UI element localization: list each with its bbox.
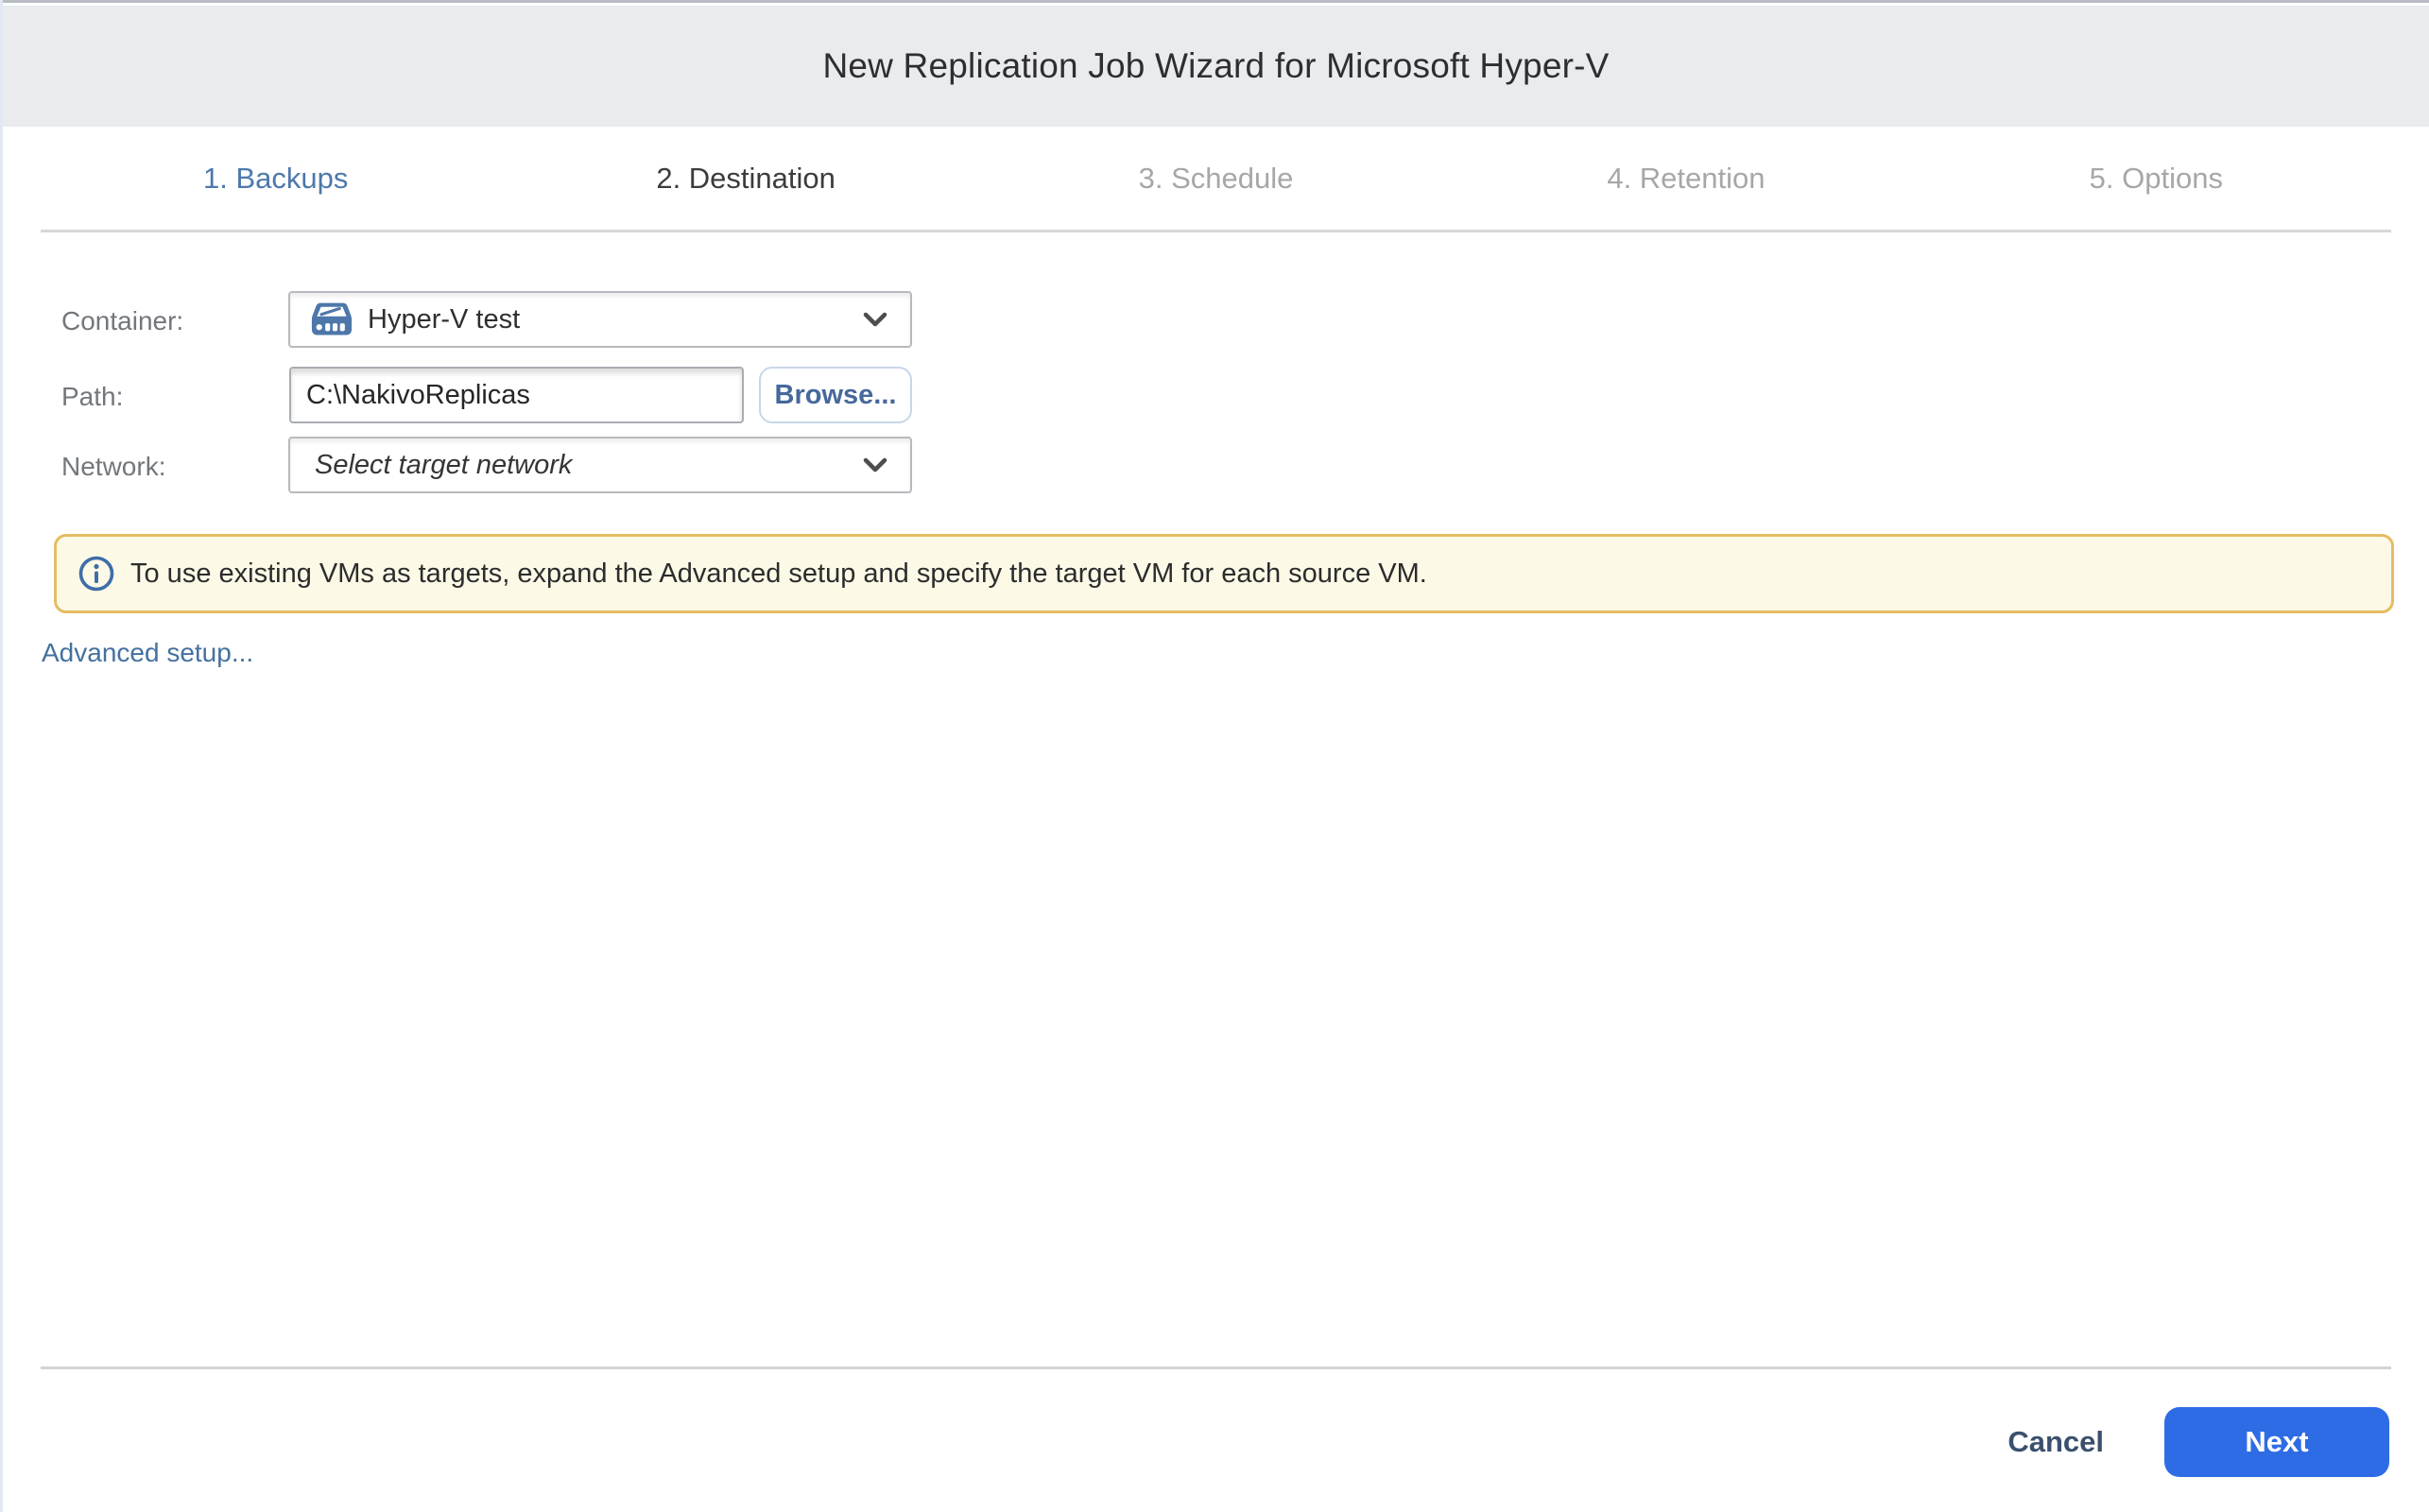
- footer: Cancel Next: [3, 1407, 2389, 1477]
- browse-button[interactable]: Browse...: [759, 367, 912, 423]
- path-label: Path:: [61, 382, 123, 412]
- chevron-down-icon: [863, 311, 887, 328]
- tab-options[interactable]: 5. Options: [1921, 162, 2391, 196]
- tab-destination[interactable]: 2. Destination: [510, 162, 980, 196]
- path-input[interactable]: [289, 367, 744, 423]
- network-dropdown[interactable]: Select target network: [288, 437, 912, 493]
- advanced-setup-link[interactable]: Advanced setup...: [42, 638, 253, 668]
- wizard-title: New Replication Job Wizard for Microsoft…: [822, 46, 1609, 86]
- next-button[interactable]: Next: [2164, 1407, 2389, 1477]
- info-banner: To use existing VMs as targets, expand t…: [54, 534, 2394, 613]
- container-label: Container:: [61, 306, 183, 336]
- container-dropdown-value: Hyper-V test: [368, 304, 520, 335]
- hyperv-host-icon: [311, 300, 353, 339]
- footer-divider: [41, 1366, 2391, 1369]
- cancel-button[interactable]: Cancel: [2000, 1425, 2111, 1459]
- wizard-steps: 1. Backups 2. Destination 3. Schedule 4.…: [41, 127, 2391, 232]
- network-dropdown-placeholder: Select target network: [315, 450, 572, 481]
- info-icon: [78, 555, 115, 593]
- info-banner-text: To use existing VMs as targets, expand t…: [130, 558, 1427, 590]
- tab-schedule[interactable]: 3. Schedule: [981, 162, 1451, 196]
- wizard-header: New Replication Job Wizard for Microsoft…: [3, 6, 2429, 127]
- network-label: Network:: [61, 452, 165, 482]
- wizard-dialog: New Replication Job Wizard for Microsoft…: [0, 0, 2429, 1512]
- container-dropdown[interactable]: Hyper-V test: [288, 291, 912, 348]
- chevron-down-icon: [863, 456, 887, 473]
- tab-backups[interactable]: 1. Backups: [41, 162, 510, 196]
- tab-retention[interactable]: 4. Retention: [1451, 162, 1921, 196]
